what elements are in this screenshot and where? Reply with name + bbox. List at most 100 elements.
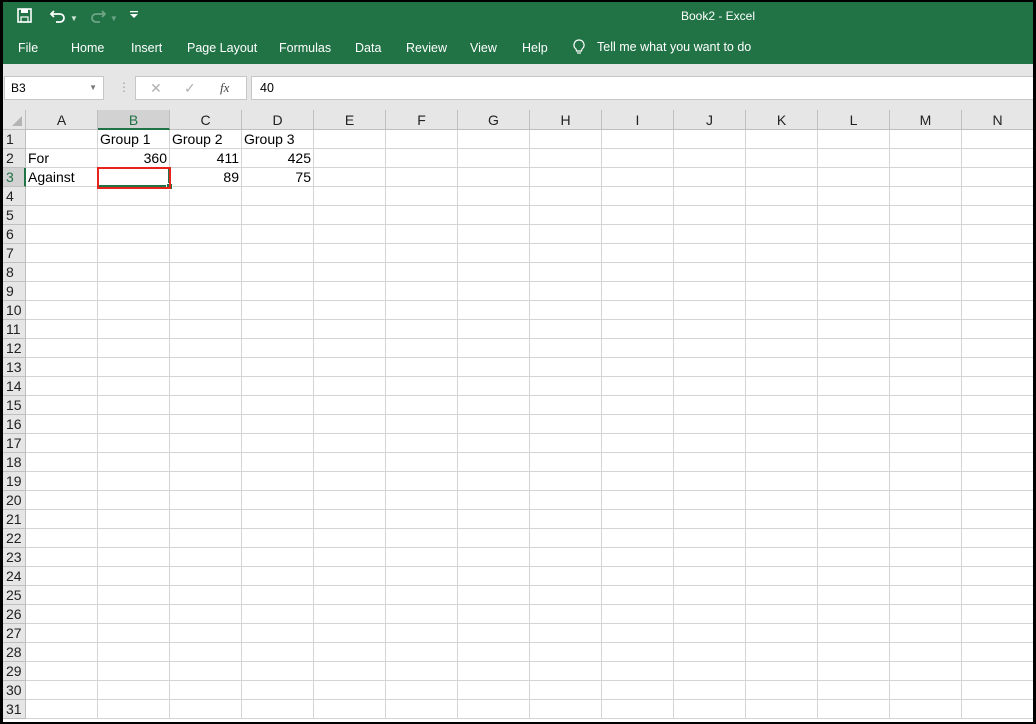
cell-m27[interactable] xyxy=(890,624,962,643)
cell-g28[interactable] xyxy=(458,643,530,662)
row-header-16[interactable]: 16 xyxy=(3,415,26,434)
cell-g29[interactable] xyxy=(458,662,530,681)
cell-k1[interactable] xyxy=(746,130,818,149)
cell-c23[interactable] xyxy=(170,548,242,567)
cell-d10[interactable] xyxy=(242,301,314,320)
cell-j9[interactable] xyxy=(674,282,746,301)
row-header-7[interactable]: 7 xyxy=(3,244,26,263)
cell-a13[interactable] xyxy=(26,358,98,377)
cell-j3[interactable] xyxy=(674,168,746,187)
cell-g19[interactable] xyxy=(458,472,530,491)
cell-j25[interactable] xyxy=(674,586,746,605)
cell-c5[interactable] xyxy=(170,206,242,225)
cell-k22[interactable] xyxy=(746,529,818,548)
cell-i25[interactable] xyxy=(602,586,674,605)
column-header-j[interactable]: J xyxy=(674,110,746,130)
cell-i30[interactable] xyxy=(602,681,674,700)
cell-l23[interactable] xyxy=(818,548,890,567)
row-header-31[interactable]: 31 xyxy=(3,700,26,719)
tab-help[interactable]: Help xyxy=(522,41,548,55)
cell-c3[interactable]: 89 xyxy=(170,168,242,187)
cell-c16[interactable] xyxy=(170,415,242,434)
cell-i31[interactable] xyxy=(602,700,674,719)
cell-h22[interactable] xyxy=(530,529,602,548)
cell-f9[interactable] xyxy=(386,282,458,301)
cell-m18[interactable] xyxy=(890,453,962,472)
cell-e20[interactable] xyxy=(314,491,386,510)
cell-b19[interactable] xyxy=(98,472,170,491)
cell-f3[interactable] xyxy=(386,168,458,187)
cell-f12[interactable] xyxy=(386,339,458,358)
cell-e26[interactable] xyxy=(314,605,386,624)
cell-k2[interactable] xyxy=(746,149,818,168)
cell-f22[interactable] xyxy=(386,529,458,548)
cell-d26[interactable] xyxy=(242,605,314,624)
row-header-10[interactable]: 10 xyxy=(3,301,26,320)
cell-d4[interactable] xyxy=(242,187,314,206)
tab-view[interactable]: View xyxy=(470,41,497,55)
cell-k24[interactable] xyxy=(746,567,818,586)
row-header-21[interactable]: 21 xyxy=(3,510,26,529)
cell-l6[interactable] xyxy=(818,225,890,244)
cell-h1[interactable] xyxy=(530,130,602,149)
cell-d16[interactable] xyxy=(242,415,314,434)
cell-d18[interactable] xyxy=(242,453,314,472)
cell-a27[interactable] xyxy=(26,624,98,643)
cell-b11[interactable] xyxy=(98,320,170,339)
cell-h30[interactable] xyxy=(530,681,602,700)
cell-a10[interactable] xyxy=(26,301,98,320)
cell-c15[interactable] xyxy=(170,396,242,415)
row-header-24[interactable]: 24 xyxy=(3,567,26,586)
cell-b9[interactable] xyxy=(98,282,170,301)
cell-h7[interactable] xyxy=(530,244,602,263)
cell-b10[interactable] xyxy=(98,301,170,320)
cell-e1[interactable] xyxy=(314,130,386,149)
cell-n27[interactable] xyxy=(962,624,1033,643)
cell-h20[interactable] xyxy=(530,491,602,510)
cell-i23[interactable] xyxy=(602,548,674,567)
cell-a7[interactable] xyxy=(26,244,98,263)
column-header-m[interactable]: M xyxy=(890,110,962,130)
cell-c20[interactable] xyxy=(170,491,242,510)
cell-l16[interactable] xyxy=(818,415,890,434)
cell-f26[interactable] xyxy=(386,605,458,624)
cell-i26[interactable] xyxy=(602,605,674,624)
cell-d1[interactable]: Group 3 xyxy=(242,130,314,149)
cell-b22[interactable] xyxy=(98,529,170,548)
cell-h21[interactable] xyxy=(530,510,602,529)
cell-c10[interactable] xyxy=(170,301,242,320)
cell-a11[interactable] xyxy=(26,320,98,339)
tab-data[interactable]: Data xyxy=(355,41,381,55)
cell-a8[interactable] xyxy=(26,263,98,282)
cell-f16[interactable] xyxy=(386,415,458,434)
cell-l30[interactable] xyxy=(818,681,890,700)
cell-i5[interactable] xyxy=(602,206,674,225)
cell-j27[interactable] xyxy=(674,624,746,643)
cell-f23[interactable] xyxy=(386,548,458,567)
cell-b25[interactable] xyxy=(98,586,170,605)
name-box-dropdown-icon[interactable]: ▼ xyxy=(89,77,97,99)
cell-l4[interactable] xyxy=(818,187,890,206)
column-header-a[interactable]: A xyxy=(26,110,98,130)
cell-d11[interactable] xyxy=(242,320,314,339)
cell-l24[interactable] xyxy=(818,567,890,586)
cell-f31[interactable] xyxy=(386,700,458,719)
cell-m13[interactable] xyxy=(890,358,962,377)
cell-j29[interactable] xyxy=(674,662,746,681)
cell-b21[interactable] xyxy=(98,510,170,529)
cell-c11[interactable] xyxy=(170,320,242,339)
cell-i21[interactable] xyxy=(602,510,674,529)
cell-d21[interactable] xyxy=(242,510,314,529)
column-header-n[interactable]: N xyxy=(962,110,1033,130)
cell-k21[interactable] xyxy=(746,510,818,529)
tab-file[interactable]: File xyxy=(18,41,38,55)
cell-m10[interactable] xyxy=(890,301,962,320)
column-header-k[interactable]: K xyxy=(746,110,818,130)
cell-f17[interactable] xyxy=(386,434,458,453)
row-header-19[interactable]: 19 xyxy=(3,472,26,491)
cell-n8[interactable] xyxy=(962,263,1033,282)
cell-a29[interactable] xyxy=(26,662,98,681)
cell-i17[interactable] xyxy=(602,434,674,453)
cell-a5[interactable] xyxy=(26,206,98,225)
cell-d13[interactable] xyxy=(242,358,314,377)
